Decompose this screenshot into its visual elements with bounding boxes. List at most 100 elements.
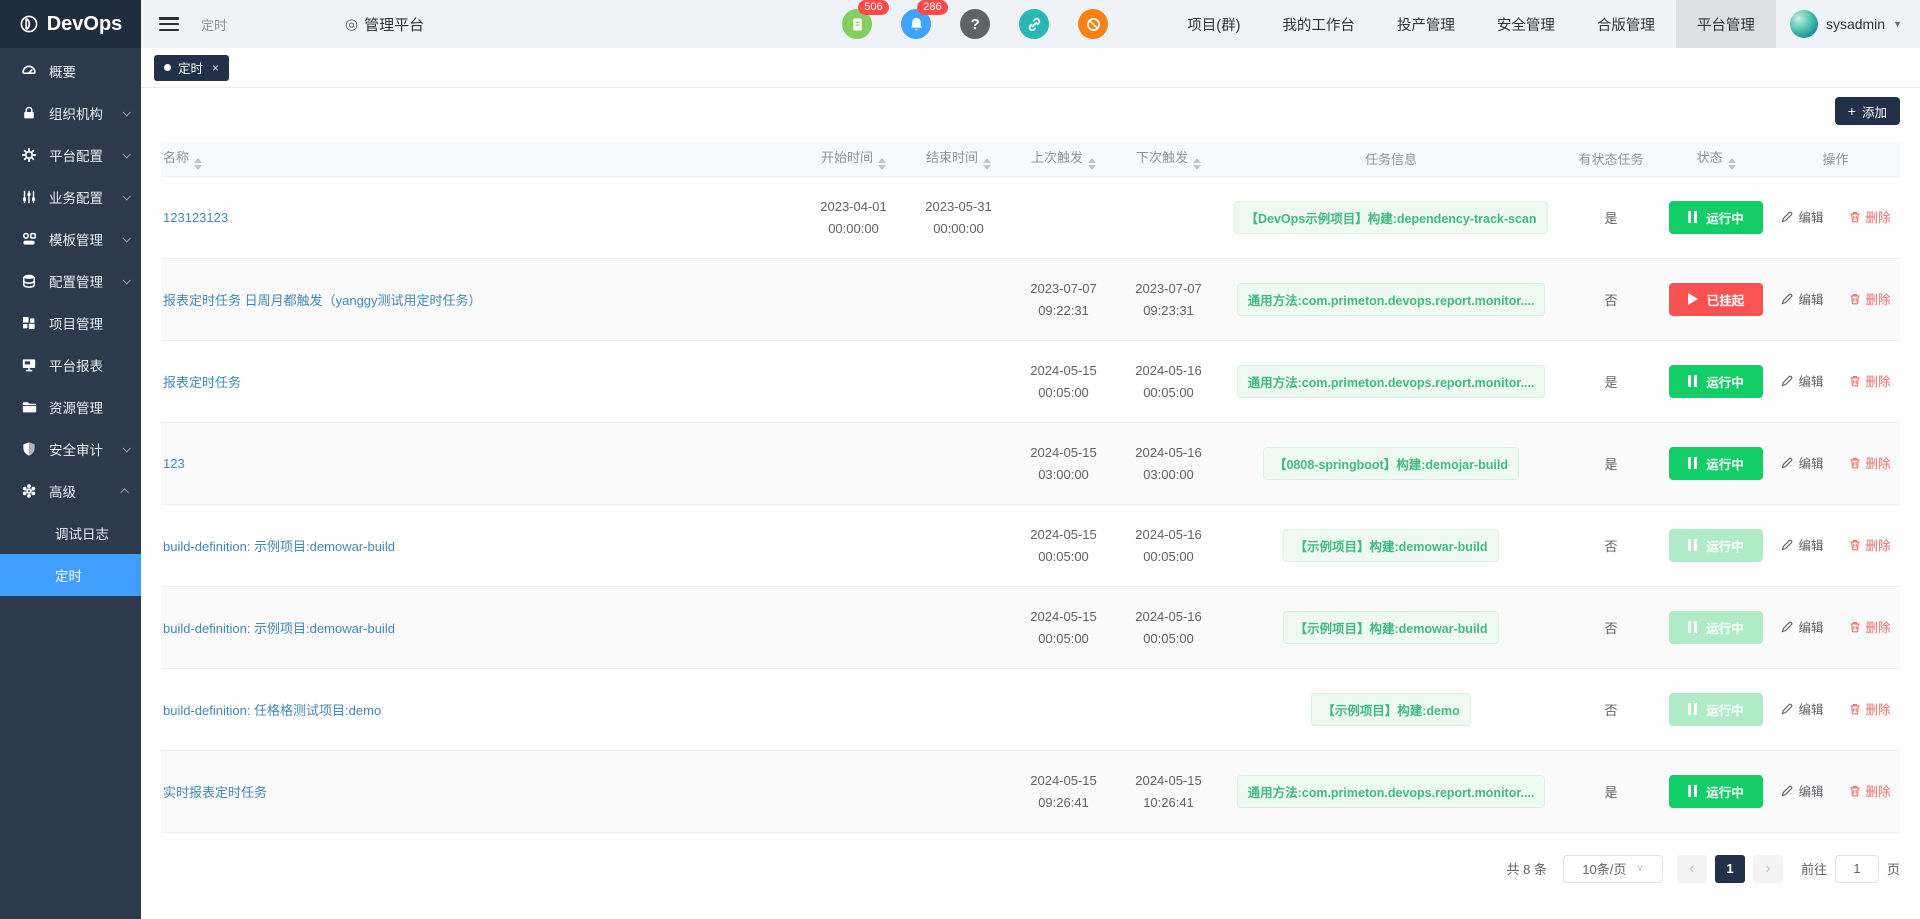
sidebar-item-label: 平台配置 — [49, 145, 103, 165]
page-1-button[interactable]: 1 — [1715, 855, 1745, 883]
delete-button[interactable]: 删除 — [1848, 699, 1891, 718]
chevron-down-icon — [122, 192, 130, 200]
task-name-link[interactable]: 报表定时任务 日周月都触发（yanggy测试用定时任务） — [163, 293, 482, 308]
task-name-link[interactable]: 123 — [163, 456, 185, 471]
nav-item-2[interactable]: 我的工作台 — [1261, 0, 1376, 48]
task-name-link[interactable]: build-definition: 示例项目:demowar-build — [163, 621, 395, 636]
sort-icon[interactable] — [194, 158, 202, 170]
sort-desc-icon[interactable] — [1728, 165, 1736, 170]
block-quick-button[interactable] — [1078, 9, 1108, 39]
sort-icon[interactable] — [1088, 158, 1096, 170]
task-name-link[interactable]: 123123123 — [163, 210, 228, 225]
edit-button[interactable]: 编辑 — [1780, 371, 1823, 390]
sort-asc-icon[interactable] — [983, 158, 991, 163]
delete-button[interactable]: 删除 — [1848, 781, 1891, 800]
tab-active-dot-icon — [164, 64, 171, 71]
sidebar-item-4[interactable]: 业务配置 — [0, 176, 141, 218]
status-button[interactable]: 运行中 — [1669, 693, 1763, 726]
sort-asc-icon[interactable] — [1193, 158, 1201, 163]
tab-close-icon[interactable]: × — [212, 61, 219, 75]
sort-asc-icon[interactable] — [1088, 158, 1096, 163]
status-button[interactable]: 已挂起 — [1669, 283, 1763, 316]
task-name-link[interactable]: build-definition: 任格格测试项目:demo — [163, 703, 381, 718]
sidebar-item-11[interactable]: 高级 — [0, 470, 141, 512]
nav-item-6[interactable]: 平台管理 — [1676, 0, 1776, 48]
sidebar-item-6[interactable]: 配置管理 — [0, 260, 141, 302]
sidebar-item-2[interactable]: 组织机构 — [0, 92, 141, 134]
sort-desc-icon[interactable] — [983, 165, 991, 170]
sidebar-item-1[interactable]: 概要 — [0, 50, 141, 92]
next-page-button[interactable]: › — [1753, 855, 1783, 883]
column-header-1[interactable]: 名称 — [161, 142, 801, 176]
column-header-8[interactable]: 状态 — [1661, 142, 1771, 176]
delete-button[interactable]: 删除 — [1848, 535, 1891, 554]
delete-button[interactable]: 删除 — [1848, 371, 1891, 390]
status-button[interactable]: 运行中 — [1669, 529, 1763, 562]
user-menu[interactable]: sysadmin ▼ — [1776, 10, 1920, 38]
status-button[interactable]: 运行中 — [1669, 775, 1763, 808]
status-button[interactable]: 运行中 — [1669, 201, 1763, 234]
sidebar-item-10[interactable]: 安全审计 — [0, 428, 141, 470]
task-name-link[interactable]: 报表定时任务 — [163, 375, 241, 390]
sort-asc-icon[interactable] — [1728, 158, 1736, 163]
task-name-link[interactable]: build-definition: 示例项目:demowar-build — [163, 539, 395, 554]
block-icon — [1085, 16, 1102, 33]
edit-button[interactable]: 编辑 — [1780, 617, 1823, 636]
edit-label: 编辑 — [1798, 617, 1823, 636]
bell-quick-button[interactable]: 286 — [901, 9, 931, 39]
sort-asc-icon[interactable] — [194, 158, 202, 163]
tab-timer[interactable]: 定时 × — [154, 55, 229, 81]
sort-desc-icon[interactable] — [1193, 165, 1201, 170]
sidebar-subitem-2[interactable]: 定时 — [0, 554, 141, 596]
add-button[interactable]: + 添加 — [1835, 97, 1900, 125]
sort-desc-icon[interactable] — [194, 165, 202, 170]
edit-button[interactable]: 编辑 — [1780, 699, 1823, 718]
delete-button[interactable]: 删除 — [1848, 289, 1891, 308]
task-name-link[interactable]: 实时报表定时任务 — [163, 785, 267, 800]
status-label: 运行中 — [1706, 208, 1744, 227]
status-button[interactable]: 运行中 — [1669, 611, 1763, 644]
column-header-2[interactable]: 开始时间 — [801, 142, 906, 176]
sidebar-item-7[interactable]: 项目管理 — [0, 302, 141, 344]
sort-icon[interactable] — [1728, 158, 1736, 170]
edit-button[interactable]: 编辑 — [1780, 781, 1823, 800]
edit-button[interactable]: 编辑 — [1780, 453, 1823, 472]
date-value: 2023-07-07 — [1116, 281, 1221, 296]
sort-desc-icon[interactable] — [1088, 165, 1096, 170]
nav-item-1[interactable]: 项目(群) — [1166, 0, 1261, 48]
nav-item-4[interactable]: 安全管理 — [1476, 0, 1576, 48]
document-quick-button[interactable]: 506 — [842, 9, 872, 39]
edit-button[interactable]: 编辑 — [1780, 289, 1823, 308]
prev-page-button[interactable]: ‹ — [1677, 855, 1707, 883]
sidebar-item-5[interactable]: 模板管理 — [0, 218, 141, 260]
sidebar-item-3[interactable]: 平台配置 — [0, 134, 141, 176]
status-button[interactable]: 运行中 — [1669, 365, 1763, 398]
column-header-3[interactable]: 结束时间 — [906, 142, 1011, 176]
delete-button[interactable]: 删除 — [1848, 617, 1891, 636]
question-quick-button[interactable]: ? — [960, 9, 990, 39]
column-header-4[interactable]: 上次触发 — [1011, 142, 1116, 176]
sidebar-item-8[interactable]: 平台报表 — [0, 344, 141, 386]
actions-cell: 编辑 删除 — [1771, 504, 1900, 586]
page-size-select[interactable]: 10条/页 ∨ — [1563, 855, 1663, 883]
goto-page-input[interactable] — [1835, 855, 1879, 883]
sort-desc-icon[interactable] — [878, 165, 886, 170]
sidebar-item-9[interactable]: 资源管理 — [0, 386, 141, 428]
nav-item-3[interactable]: 投产管理 — [1376, 0, 1476, 48]
sidebar-subitem-1[interactable]: 调试日志 — [0, 512, 141, 554]
sort-icon[interactable] — [983, 158, 991, 170]
menu-toggle-icon[interactable] — [159, 17, 179, 31]
column-header-5[interactable]: 下次触发 — [1116, 142, 1221, 176]
link-quick-button[interactable] — [1019, 9, 1049, 39]
delete-button[interactable]: 删除 — [1848, 453, 1891, 472]
delete-button[interactable]: 删除 — [1848, 207, 1891, 226]
nav-item-5[interactable]: 合版管理 — [1576, 0, 1676, 48]
name-cell: 实时报表定时任务 — [161, 750, 801, 832]
table-row: 1231231232023-04-0100:00:002023-05-3100:… — [161, 176, 1900, 258]
sort-icon[interactable] — [1193, 158, 1201, 170]
status-button[interactable]: 运行中 — [1669, 447, 1763, 480]
sort-asc-icon[interactable] — [878, 158, 886, 163]
edit-button[interactable]: 编辑 — [1780, 207, 1823, 226]
sort-icon[interactable] — [878, 158, 886, 170]
edit-button[interactable]: 编辑 — [1780, 535, 1823, 554]
